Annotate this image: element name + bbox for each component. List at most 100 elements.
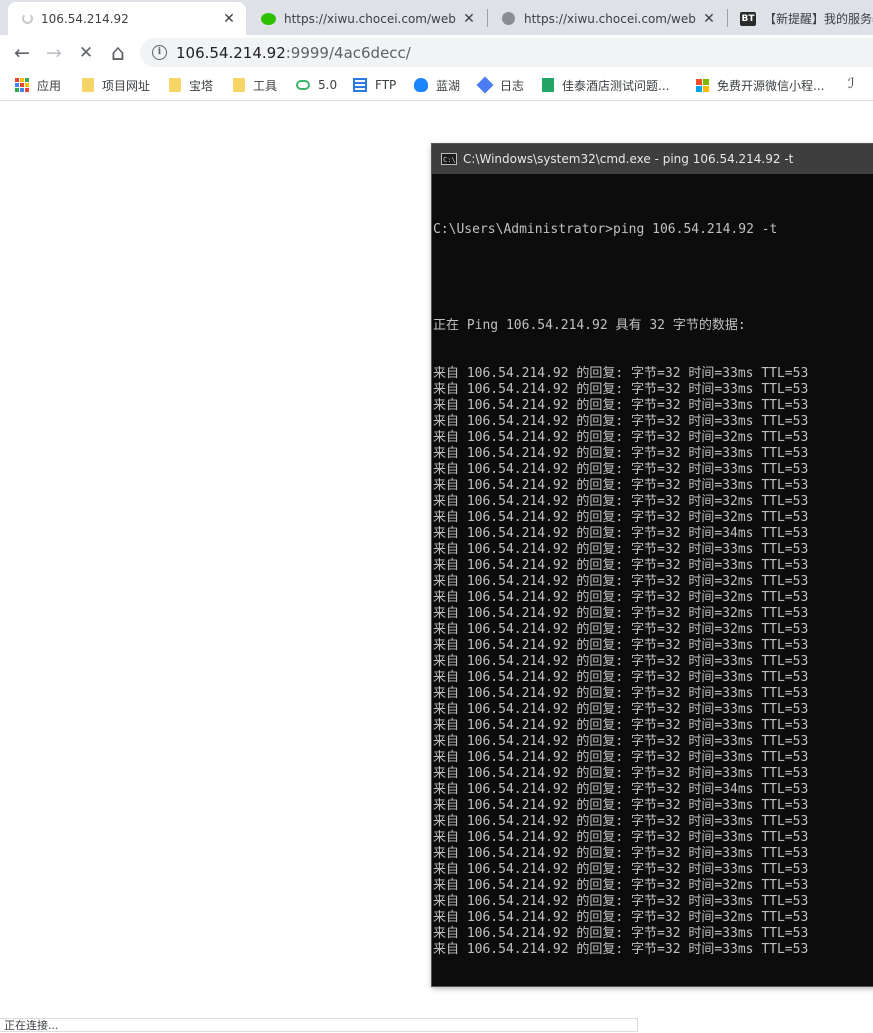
terminal-reply-line: 来自 106.54.214.92 的回复: 字节=32 时间=33ms TTL=… (433, 830, 809, 845)
terminal-reply-line: 来自 106.54.214.92 的回复: 字节=32 时间=33ms TTL=… (433, 814, 809, 829)
terminal-reply-line: 来自 106.54.214.92 的回复: 字节=32 时间=34ms TTL=… (433, 526, 809, 541)
bookmark-label: FTP (375, 78, 397, 92)
close-icon[interactable]: ✕ (222, 11, 236, 27)
terminal-reply-line: 来自 106.54.214.92 的回复: 字节=32 时间=33ms TTL=… (433, 686, 809, 701)
terminal-reply-line: 来自 106.54.214.92 的回复: 字节=32 时间=33ms TTL=… (433, 446, 809, 461)
terminal-reply-line: 来自 106.54.214.92 的回复: 字节=32 时间=33ms TTL=… (433, 462, 809, 477)
tab-2[interactable]: https://xiwu.chocei.com/web/#/ ✕ (246, 2, 486, 35)
bookmark-label: 宝塔 (189, 78, 214, 93)
terminal-prompt: C:\Users\Administrator>ping 106.54.214.9… (433, 222, 778, 237)
bookmark-label: 项目网址 (102, 78, 151, 93)
terminal-reply-line: 来自 106.54.214.92 的回复: 字节=32 时间=33ms TTL=… (433, 478, 809, 493)
log-icon (476, 76, 494, 94)
tab-title: https://xiwu.chocei.com/web/#/ (284, 11, 456, 26)
terminal-reply-line: 来自 106.54.214.92 的回复: 字节=32 时间=33ms TTL=… (433, 670, 809, 685)
tab-title: 106.54.214.92 (41, 11, 129, 26)
cloud-icon (296, 80, 310, 90)
bookmark-ftp[interactable]: FTP (353, 76, 396, 94)
terminal-reply-line: 来自 106.54.214.92 的回复: 字节=32 时间=32ms TTL=… (433, 510, 809, 525)
terminal-reply-line: 来自 106.54.214.92 的回复: 字节=32 时间=33ms TTL=… (433, 798, 809, 813)
info-icon[interactable]: i (152, 45, 167, 60)
terminal-reply-list: 来自 106.54.214.92 的回复: 字节=32 时间=33ms TTL=… (433, 366, 873, 958)
terminal-reply-line: 来自 106.54.214.92 的回复: 字节=32 时间=33ms TTL=… (433, 398, 809, 413)
back-button[interactable]: ← (8, 39, 36, 67)
terminal-reply-line: 来自 106.54.214.92 的回复: 字节=32 时间=32ms TTL=… (433, 590, 809, 605)
cmd-icon: C:\ (441, 153, 457, 165)
terminal-reply-line: 来自 106.54.214.92 的回复: 字节=32 时间=33ms TTL=… (433, 846, 809, 861)
close-icon[interactable]: ✕ (702, 11, 716, 27)
terminal-reply-line: 来自 106.54.214.92 的回复: 字节=32 时间=32ms TTL=… (433, 430, 809, 445)
tab-1[interactable]: 106.54.214.92 ✕ (8, 2, 246, 35)
forward-button[interactable]: → (40, 39, 68, 67)
terminal-reply-line: 来自 106.54.214.92 的回复: 字节=32 时间=32ms TTL=… (433, 622, 809, 637)
globe-icon (500, 11, 516, 27)
folder-icon (82, 78, 94, 92)
terminal-reply-line: 来自 106.54.214.92 的回复: 字节=32 时间=33ms TTL=… (433, 638, 809, 653)
url-host: 106.54.214.92 (176, 43, 286, 62)
cmd-window[interactable]: C:\ C:\Windows\system32\cmd.exe - ping 1… (432, 144, 873, 986)
sheet-icon (542, 78, 554, 92)
bt-icon-text: BT (740, 11, 756, 26)
home-button[interactable]: ⌂ (104, 39, 132, 67)
bookmark-log[interactable]: 日志 (476, 76, 525, 94)
terminal-reply-line: 来自 106.54.214.92 的回复: 字节=32 时间=33ms TTL=… (433, 382, 809, 397)
bt-icon: BT (740, 11, 756, 27)
bookmark-label: 日志 (500, 78, 525, 93)
terminal-reply-line: 来自 106.54.214.92 的回复: 字节=32 时间=33ms TTL=… (433, 766, 809, 781)
loading-spinner-icon (22, 13, 33, 24)
apps-grid-icon (15, 78, 29, 92)
terminal-reply-line: 来自 106.54.214.92 的回复: 字节=32 时间=32ms TTL=… (433, 910, 809, 925)
terminal-reply-line: 来自 106.54.214.92 的回复: 字节=32 时间=32ms TTL=… (433, 494, 809, 509)
bookmarks-bar: 应用 项目网址 宝塔 工具 5.0 FTP 蓝湖 日志 佳泰酒店测试问题... … (0, 70, 873, 101)
bookmark-label: 免费开源微信小程... (717, 78, 825, 93)
terminal-reply-line: 来自 106.54.214.92 的回复: 字节=32 时间=33ms TTL=… (433, 862, 809, 877)
status-bubble: 正在连接... (0, 1018, 638, 1032)
bookmark-lanhu[interactable]: 蓝湖 (414, 76, 460, 94)
url-text[interactable]: 106.54.214.92:9999/4ac6decc/ (176, 44, 411, 62)
terminal-reply-line: 来自 106.54.214.92 的回复: 字节=32 时间=33ms TTL=… (433, 718, 809, 733)
folder-icon (169, 78, 181, 92)
bookmark-folder-projects[interactable]: 项目网址 (82, 76, 150, 94)
more-bookmarks-icon[interactable]: ℐ (848, 76, 855, 92)
bookmark-hotel-test[interactable]: 佳泰酒店测试问题... (542, 76, 669, 94)
terminal-reply-line: 来自 106.54.214.92 的回复: 字节=32 时间=33ms TTL=… (433, 558, 809, 573)
terminal-ping-header: 正在 Ping 106.54.214.92 具有 32 字节的数据: (433, 318, 746, 333)
tab-strip: 106.54.214.92 ✕ https://xiwu.chocei.com/… (0, 0, 873, 35)
bookmark-label: 蓝湖 (436, 78, 461, 93)
terminal-reply-line: 来自 106.54.214.92 的回复: 字节=32 时间=33ms TTL=… (433, 366, 809, 381)
bookmark-folder-baota[interactable]: 宝塔 (169, 76, 213, 94)
terminal-reply-line: 来自 106.54.214.92 的回复: 字节=32 时间=33ms TTL=… (433, 542, 809, 557)
terminal-reply-line: 来自 106.54.214.92 的回复: 字节=32 时间=33ms TTL=… (433, 926, 809, 941)
lanhu-icon (414, 78, 428, 92)
tab-title: 【新提醒】我的服务器 (764, 12, 873, 26)
terminal-reply-line: 来自 106.54.214.92 的回复: 字节=32 时间=33ms TTL=… (433, 942, 809, 957)
tab-3[interactable]: https://xiwu.chocei.com/web/#/ ✕ (486, 2, 726, 35)
close-icon[interactable]: ✕ (462, 11, 476, 27)
cmd-title: C:\Windows\system32\cmd.exe - ping 106.5… (463, 152, 794, 166)
terminal-reply-line: 来自 106.54.214.92 的回复: 字节=32 时间=33ms TTL=… (433, 414, 809, 429)
bookmark-5-0[interactable]: 5.0 (296, 76, 337, 94)
microsoft-icon (696, 78, 709, 92)
folder-icon (233, 78, 245, 92)
terminal-reply-line: 来自 106.54.214.92 的回复: 字节=32 时间=33ms TTL=… (433, 750, 809, 765)
bookmark-folder-tools[interactable]: 工具 (233, 76, 277, 94)
terminal-reply-line: 来自 106.54.214.92 的回复: 字节=32 时间=32ms TTL=… (433, 574, 809, 589)
terminal-reply-line: 来自 106.54.214.92 的回复: 字节=32 时间=33ms TTL=… (433, 734, 809, 749)
terminal-reply-line: 来自 106.54.214.92 的回复: 字节=32 时间=33ms TTL=… (433, 894, 809, 909)
terminal-reply-line: 来自 106.54.214.92 的回复: 字节=32 时间=32ms TTL=… (433, 606, 809, 621)
bookmark-label: 应用 (37, 78, 62, 93)
toolbar: ← → ✕ ⌂ i 106.54.214.92:9999/4ac6decc/ (0, 35, 873, 70)
bookmark-label: 工具 (253, 78, 278, 93)
terminal-reply-line: 来自 106.54.214.92 的回复: 字节=32 时间=34ms TTL=… (433, 782, 809, 797)
bookmark-wechat-miniprogram[interactable]: 免费开源微信小程... (696, 76, 824, 94)
address-bar[interactable]: i 106.54.214.92:9999/4ac6decc/ (140, 38, 873, 67)
bookmark-apps[interactable]: 应用 (15, 76, 61, 94)
ftp-icon (353, 78, 367, 92)
stop-button[interactable]: ✕ (72, 39, 100, 67)
cmd-title-bar[interactable]: C:\ C:\Windows\system32\cmd.exe - ping 1… (432, 144, 873, 174)
terminal-output[interactable]: C:\Users\Administrator>ping 106.54.214.9… (432, 174, 873, 990)
url-path: :9999/4ac6decc/ (285, 43, 411, 62)
bookmark-label: 佳泰酒店测试问题... (562, 78, 670, 93)
tab-4[interactable]: BT 【新提醒】我的服务器 (726, 2, 873, 35)
